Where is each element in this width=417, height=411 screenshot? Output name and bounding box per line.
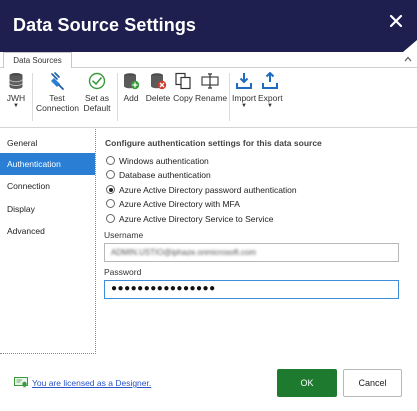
rename-datasource-button[interactable]: Rename	[195, 72, 228, 103]
delete-datasource-button[interactable]: Delete	[145, 72, 171, 103]
dialog-title: Data Source Settings	[13, 15, 197, 35]
password-value: ●●●●●●●●●●●●●●●●	[111, 283, 216, 294]
settings-nav: General Authentication Connection Displa…	[0, 129, 96, 354]
authentication-panel: Configure authentication settings for th…	[97, 129, 417, 354]
test-connection-label-2: Connection	[36, 103, 80, 113]
set-as-default-button[interactable]: Set as Default	[82, 72, 112, 113]
import-icon	[236, 73, 252, 89]
import-dropdown[interactable]: Import ▼	[232, 72, 256, 110]
license-certificate-icon	[14, 377, 28, 388]
radio-button[interactable]	[106, 199, 115, 208]
dialog-footer: You are licensed as a Designer. OK Cance…	[0, 355, 417, 411]
delete-label: Delete	[145, 93, 171, 103]
database-add-icon	[124, 73, 140, 90]
data-source-settings-dialog: Data Source Settings Data Sources JWH ▼	[0, 0, 417, 411]
set-as-default-label-1: Set as	[84, 93, 110, 103]
radio-label: Azure Active Directory with MFA	[119, 199, 240, 209]
ok-button[interactable]: OK	[277, 369, 337, 397]
chevron-down-icon: ▼	[13, 103, 19, 109]
add-label: Add	[123, 93, 139, 103]
username-label: Username	[104, 230, 144, 240]
ribbon-toolbar: JWH ▼ Test Connection Set as Default Add…	[0, 68, 417, 128]
radio-button[interactable]	[106, 170, 115, 179]
test-connection-label-1: Test	[49, 93, 65, 103]
nav-item-display[interactable]: Display	[0, 198, 95, 220]
password-label: Password	[104, 267, 142, 277]
check-circle-icon	[88, 72, 106, 90]
radio-label: Azure Active Directory Service to Servic…	[119, 214, 274, 224]
ribbon-divider	[229, 73, 230, 121]
copy-label: Copy	[173, 93, 193, 103]
nav-item-advanced[interactable]: Advanced	[0, 220, 95, 242]
radio-label: Database authentication	[119, 170, 211, 180]
radio-label: Windows authentication	[119, 156, 209, 166]
cancel-button[interactable]: Cancel	[343, 369, 402, 397]
radio-label: Azure Active Directory password authenti…	[119, 185, 297, 195]
add-datasource-button[interactable]: Add	[121, 72, 141, 103]
radio-button-selected[interactable]	[106, 185, 115, 194]
plug-icon	[51, 72, 64, 90]
username-field[interactable]: ADMIN.USTIO@iphaze.onmicrosoft.com	[104, 243, 399, 262]
title-bar: Data Source Settings	[0, 0, 417, 52]
set-as-default-label-2: Default	[83, 103, 111, 113]
export-dropdown[interactable]: Export ▼	[258, 72, 283, 110]
chevron-down-icon: ▼	[267, 103, 273, 109]
ribbon-divider	[32, 73, 33, 121]
tab-data-sources[interactable]: Data Sources	[3, 52, 72, 69]
section-heading: Configure authentication settings for th…	[105, 138, 322, 148]
radio-button[interactable]	[106, 214, 115, 223]
nav-item-general[interactable]: General	[0, 132, 95, 154]
username-value: ADMIN.USTIO@iphaze.onmicrosoft.com	[111, 248, 257, 257]
license-link[interactable]: You are licensed as a Designer.	[32, 378, 151, 388]
test-connection-button[interactable]: Test Connection	[36, 72, 80, 113]
copy-icon	[175, 72, 191, 90]
rename-icon	[201, 73, 219, 89]
ribbon-divider	[117, 73, 118, 121]
nav-item-authentication[interactable]: Authentication	[0, 153, 95, 175]
copy-datasource-button[interactable]: Copy	[172, 72, 194, 103]
password-field[interactable]: ●●●●●●●●●●●●●●●●	[104, 280, 399, 299]
collapse-ribbon-icon[interactable]	[404, 55, 412, 63]
close-button[interactable]	[385, 10, 407, 32]
ribbon-tab-row: Data Sources	[0, 52, 417, 69]
database-icon	[9, 73, 23, 89]
export-icon	[262, 72, 278, 89]
nav-item-connection[interactable]: Connection	[0, 175, 95, 197]
import-label: Import	[232, 93, 257, 103]
jwh-label: JWH	[6, 93, 26, 103]
chevron-down-icon: ▼	[241, 103, 247, 109]
close-icon	[389, 14, 403, 28]
jwh-datasource-dropdown[interactable]: JWH ▼	[6, 72, 26, 110]
radio-button[interactable]	[106, 156, 115, 165]
corner-fold-icon	[403, 40, 417, 52]
rename-label: Rename	[195, 93, 228, 103]
export-label: Export	[258, 93, 283, 103]
database-delete-icon	[151, 73, 167, 90]
